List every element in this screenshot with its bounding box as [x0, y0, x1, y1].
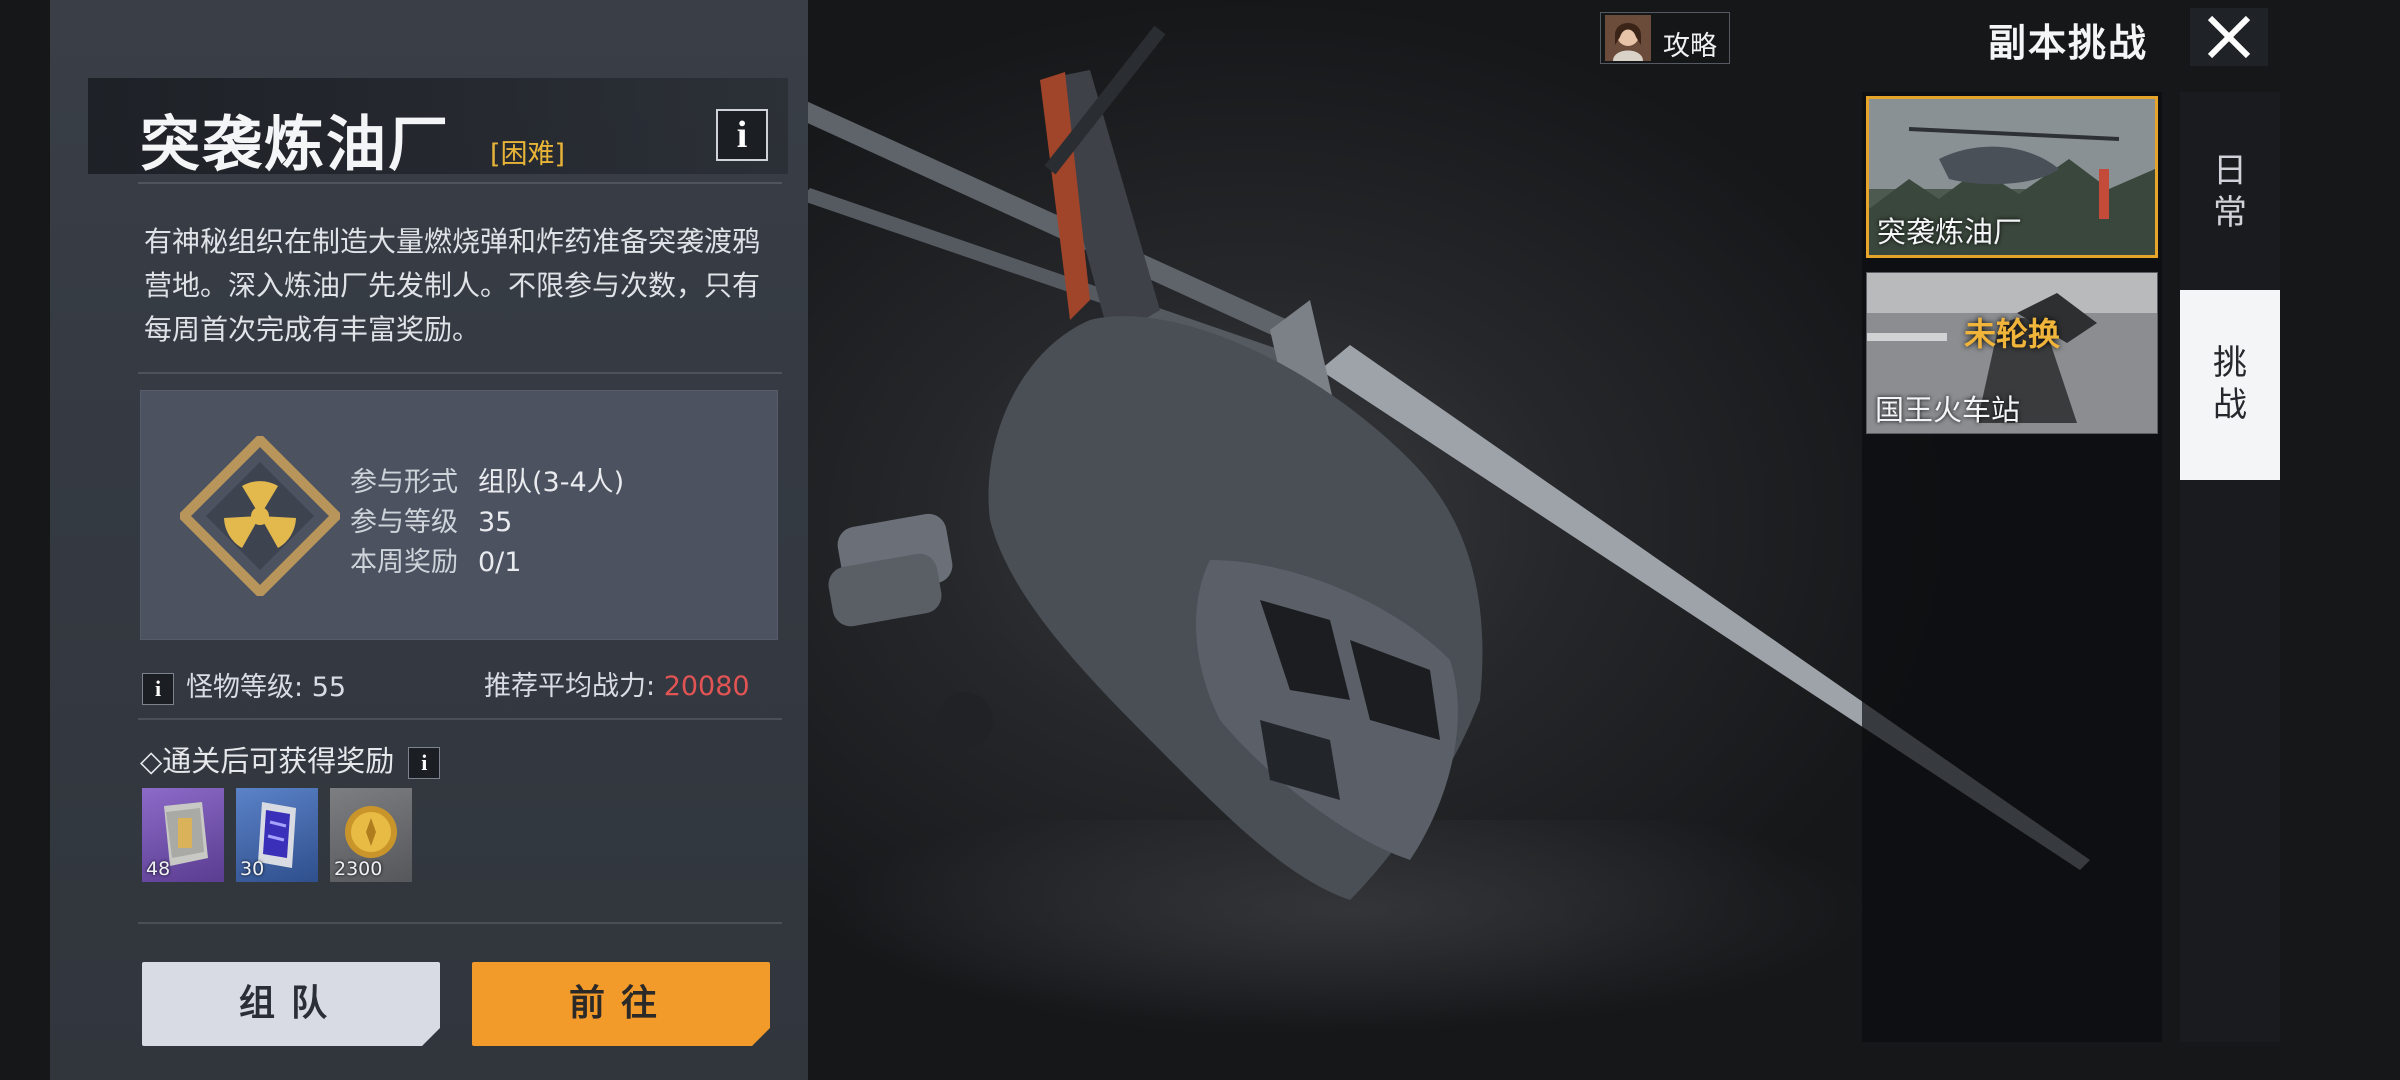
detail-key: 参与等级	[350, 507, 458, 538]
reward-section-title: ◇通关后可获得奖励 i	[140, 738, 441, 780]
divider	[138, 372, 782, 374]
dungeon-card-label: 国王火车站	[1875, 393, 2021, 427]
divider	[138, 922, 782, 924]
guide-label: 攻略	[1663, 31, 1717, 62]
info-icon[interactable]: i	[716, 109, 768, 161]
dungeon-description: 有神秘组织在制造大量燃烧弹和炸药准备突袭渡鸦营地。深入炼油厂先发制人。不限参与次…	[144, 225, 761, 346]
power-label: 推荐平均战力:	[484, 671, 656, 702]
radiation-hazard-icon	[180, 436, 340, 596]
reward-item[interactable]: 48	[142, 788, 224, 882]
dungeon-card-train-station[interactable]: 未轮换 国王火车站	[1866, 272, 2158, 434]
detail-row-level: 参与等级 35	[350, 500, 512, 539]
monster-level: i 怪物等级: 55	[142, 665, 346, 705]
guide-button[interactable]: 攻略	[1600, 12, 1730, 64]
rotation-badge: 未轮换	[1963, 315, 2060, 353]
dungeon-title: 突袭炼油厂	[140, 110, 450, 180]
divider	[138, 718, 782, 720]
tab-label: 日常	[2213, 151, 2247, 233]
detail-value: 组队(3-4人)	[478, 467, 625, 498]
reward-count: 30	[240, 858, 265, 880]
reward-count: 2300	[334, 858, 383, 880]
power-value: 20080	[663, 671, 750, 702]
reward-item[interactable]: 2300	[330, 788, 412, 882]
info-icon[interactable]: i	[142, 672, 174, 705]
close-button[interactable]	[2190, 8, 2268, 66]
reward-item[interactable]: 30	[236, 788, 318, 882]
detail-value: 35	[478, 507, 513, 538]
reward-title-text: ◇通关后可获得奖励	[140, 744, 395, 778]
divider	[138, 182, 782, 184]
recommended-power: 推荐平均战力: 20080	[484, 664, 750, 703]
tab-challenge[interactable]: 挑战	[2180, 290, 2280, 480]
detail-value: 0/1	[478, 547, 522, 578]
monster-level-label: 怪物等级:	[186, 672, 304, 703]
tab-label: 挑战	[2213, 343, 2247, 425]
info-icon[interactable]: i	[408, 747, 441, 779]
tab-daily[interactable]: 日常	[2180, 150, 2280, 270]
detail-row-weekly-reward: 本周奖励 0/1	[350, 540, 521, 579]
detail-key: 本周奖励	[350, 547, 458, 578]
monster-level-value: 55	[311, 672, 347, 703]
detail-key: 参与形式	[350, 467, 458, 498]
difficulty-tag: [困难]	[490, 139, 566, 170]
detail-row-mode: 参与形式 组队(3-4人)	[350, 460, 624, 499]
go-button[interactable]: 前往	[472, 962, 770, 1046]
dungeon-card-label: 突袭炼油厂	[1877, 215, 2023, 249]
team-button[interactable]: 组队	[142, 962, 440, 1046]
dungeon-card-refinery[interactable]: 突袭炼油厂	[1866, 96, 2158, 258]
page-title: 副本挑战	[1988, 21, 2149, 65]
reward-count: 48	[146, 858, 171, 880]
avatar	[1605, 15, 1651, 61]
reward-list: 48 30 2300	[142, 788, 412, 882]
close-x-icon	[2207, 15, 2251, 59]
